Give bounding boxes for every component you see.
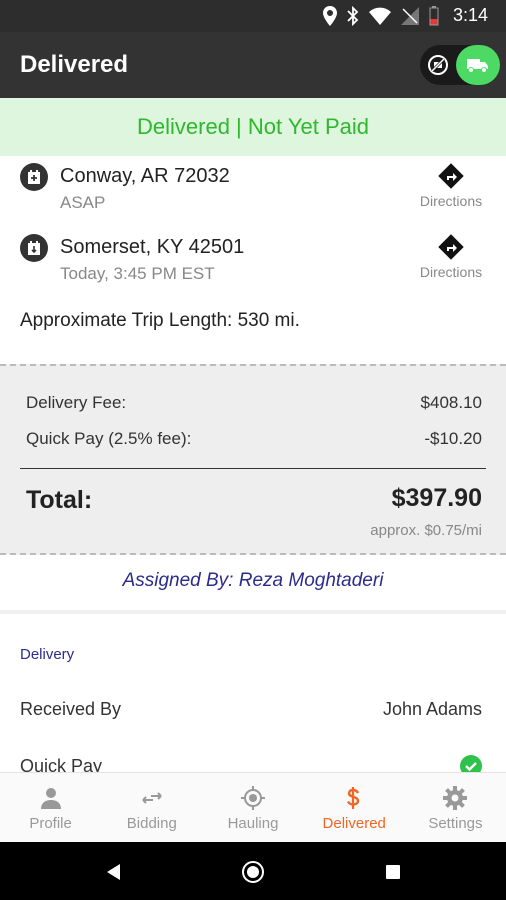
fee-divider	[20, 468, 486, 469]
system-nav-bar	[0, 842, 506, 900]
status-icons: 3:14	[322, 5, 488, 26]
home-icon[interactable]	[241, 860, 265, 884]
assigned-by: Assigned By: Reza Moghtaderi	[122, 570, 384, 591]
directions-label: Directions	[419, 193, 483, 209]
truck-icon	[467, 59, 488, 73]
tab-label: Hauling	[227, 815, 279, 832]
dollar-icon	[347, 787, 360, 809]
tab-label: Delivered	[322, 815, 386, 832]
signal-off-icon	[400, 6, 419, 25]
dropoff-time: Today, 3:45 PM EST	[60, 264, 215, 283]
crosshair-icon	[241, 786, 265, 810]
clock: 3:14	[452, 5, 488, 25]
bluetooth-icon	[347, 5, 359, 26]
tab-settings[interactable]: Settings	[405, 773, 506, 842]
location-icon	[322, 5, 337, 26]
dropoff-calendar-icon	[20, 234, 48, 262]
battery-icon	[429, 5, 439, 25]
tab-label: Settings	[428, 815, 483, 832]
toggle-knob	[456, 45, 500, 85]
tab-bidding[interactable]: Bidding	[101, 773, 202, 842]
directions-icon	[438, 163, 464, 189]
quick-pay-fee-label: Quick Pay (2.5% fee):	[26, 429, 192, 448]
pickup-directions-button[interactable]: Directions	[416, 163, 486, 209]
tab-label: Bidding	[126, 815, 177, 832]
received-by-row: Received By John Adams	[20, 699, 482, 720]
back-icon[interactable]	[102, 860, 126, 884]
section-divider	[0, 610, 506, 614]
delivery-section-title: Delivery	[20, 646, 75, 663]
dropoff-stop: Somerset, KY 42501 Today, 3:45 PM EST Di…	[20, 234, 486, 294]
gear-icon	[443, 786, 468, 810]
dropoff-city: Somerset, KY 42501	[60, 236, 245, 258]
tab-profile[interactable]: Profile	[0, 773, 101, 842]
delivery-fee-label: Delivery Fee:	[26, 393, 127, 412]
quick-pay-fee-value: -$10.20	[424, 429, 482, 448]
received-by-label: Received By	[20, 699, 122, 719]
swap-arrows-icon	[142, 792, 162, 804]
page-title: Delivered	[20, 51, 129, 78]
delivery-fee-row: Delivery Fee: $408.10	[26, 393, 482, 413]
payment-status-banner: Delivered | Not Yet Paid	[0, 98, 506, 156]
pickup-stop: Conway, AR 72032 ASAP Directions	[20, 163, 486, 223]
pickup-time: ASAP	[60, 193, 106, 212]
total-value: $397.90	[391, 484, 482, 512]
no-truck-icon	[428, 55, 448, 75]
received-by-value: John Adams	[382, 699, 482, 719]
wifi-icon	[368, 7, 391, 25]
bottom-tab-bar: Profile Bidding Hauling Delivered Settin…	[0, 772, 506, 842]
directions-label: Directions	[419, 264, 483, 280]
quick-pay-fee-row: Quick Pay (2.5% fee): -$10.20	[26, 429, 482, 449]
availability-toggle[interactable]	[420, 45, 500, 85]
tab-label: Profile	[29, 815, 72, 832]
payment-status-text: Delivered | Not Yet Paid	[137, 114, 369, 139]
dropoff-directions-button[interactable]: Directions	[416, 234, 486, 280]
trip-length: Approximate Trip Length: 530 mi.	[20, 310, 300, 331]
status-bar: 3:14	[0, 0, 506, 32]
pickup-calendar-icon	[20, 163, 48, 191]
person-icon	[40, 788, 61, 809]
app-bar: Delivered	[0, 32, 506, 98]
fee-summary: Delivery Fee: $408.10 Quick Pay (2.5% fe…	[0, 364, 506, 555]
total-label: Total:	[26, 486, 93, 514]
tab-delivered[interactable]: Delivered	[304, 773, 405, 842]
pickup-city: Conway, AR 72032	[60, 165, 230, 187]
tab-hauling[interactable]: Hauling	[202, 773, 303, 842]
directions-icon	[438, 234, 464, 260]
delivery-fee-value: $408.10	[420, 393, 482, 412]
recents-icon[interactable]	[381, 860, 405, 884]
per-mile-rate: approx. $0.75/mi	[370, 522, 482, 539]
